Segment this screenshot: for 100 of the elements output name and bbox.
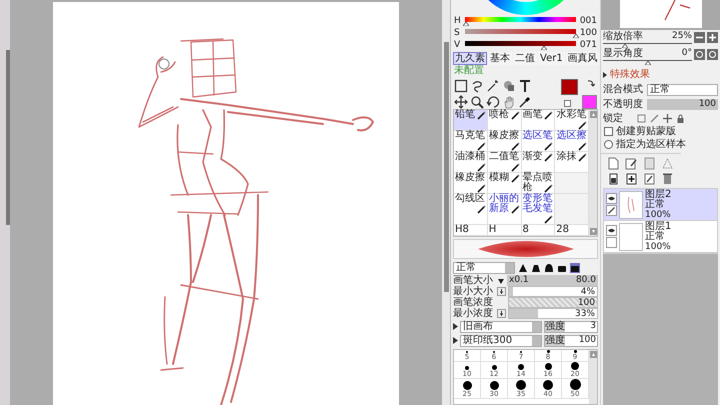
pen-icon[interactable] bbox=[606, 205, 617, 216]
strength-label: 强度 bbox=[545, 322, 565, 332]
brush-tool-slot[interactable]: 橡皮擦 bbox=[454, 173, 488, 194]
eyedropper-icon[interactable] bbox=[518, 94, 532, 108]
brush-tool-slot[interactable]: 8 bbox=[522, 225, 556, 236]
brush-tool-slot[interactable]: 油漆桶 bbox=[454, 152, 488, 173]
scroll-down-arrow-icon[interactable] bbox=[590, 228, 596, 235]
pen-icon bbox=[476, 184, 486, 193]
brush-set-tab[interactable]: Ver1 bbox=[538, 52, 565, 65]
brush-tool-slot[interactable]: 渐变 bbox=[522, 152, 556, 173]
brush-tool-slot[interactable]: H bbox=[488, 225, 522, 236]
brush-tool-slot[interactable]: 画笔 bbox=[522, 110, 556, 131]
brush-set-tab[interactable]: 二值 bbox=[513, 52, 537, 65]
eye-icon[interactable] bbox=[606, 225, 617, 236]
brush-tool-slot[interactable]: 28 bbox=[555, 225, 589, 236]
text-tool-icon[interactable] bbox=[518, 78, 532, 92]
brush-tool-slot[interactable]: 模糊 bbox=[488, 173, 522, 194]
texture-dropdown[interactable]: 旧画布 bbox=[460, 320, 542, 332]
primary-color-swatch[interactable] bbox=[561, 78, 578, 94]
slider-label: H bbox=[454, 16, 462, 26]
scroll-up-arrow-icon[interactable] bbox=[590, 111, 596, 118]
canvas-thumbnail[interactable] bbox=[620, 0, 702, 28]
texture-dropdown[interactable]: 斑印纸300 bbox=[460, 334, 542, 346]
brush-tool-slot[interactable]: 选区笔 bbox=[522, 131, 556, 152]
slider-thumb[interactable] bbox=[463, 22, 470, 26]
lasso-icon[interactable] bbox=[470, 78, 484, 92]
brush-tool-slot[interactable]: 铅笔 bbox=[454, 110, 488, 131]
layer-opacity: 100% bbox=[645, 210, 672, 220]
param-slider[interactable]: 33% bbox=[508, 308, 598, 319]
brush-set-tab[interactable]: 九久素 bbox=[453, 52, 487, 65]
value-text: 100 bbox=[698, 99, 716, 110]
reset-colors-icon[interactable] bbox=[564, 100, 571, 106]
brush-set-tab[interactable]: 画真风 bbox=[566, 52, 600, 65]
layer-row[interactable]: 图层1 正常 100% bbox=[604, 221, 717, 253]
zoom-in-button[interactable] bbox=[707, 32, 718, 43]
move-icon[interactable] bbox=[454, 94, 468, 108]
scrollbar-thumb[interactable] bbox=[444, 42, 448, 292]
eye-icon[interactable] bbox=[606, 193, 617, 204]
brush-tool-slot[interactable]: 橡皮擦 bbox=[488, 131, 522, 152]
brush-tool-slot[interactable]: H8 bbox=[454, 225, 488, 236]
slider-thumb[interactable] bbox=[573, 34, 579, 38]
rotate-icon[interactable] bbox=[486, 94, 500, 108]
effects-label[interactable]: 特殊效果 bbox=[610, 70, 650, 80]
selection-rectangle-icon[interactable] bbox=[454, 78, 468, 92]
brush-tool-slot[interactable]: 勾线区 bbox=[454, 194, 488, 225]
lock-move-icon[interactable] bbox=[663, 114, 672, 123]
new-layer-icon[interactable] bbox=[607, 157, 620, 170]
brush-tool-slot[interactable]: 水彩笔 bbox=[555, 110, 589, 131]
param-slider[interactable]: 100 bbox=[508, 297, 598, 308]
trash-icon[interactable] bbox=[661, 172, 674, 185]
scroll-up-arrow-icon[interactable] bbox=[590, 351, 596, 358]
radio-button[interactable] bbox=[604, 140, 613, 149]
new-layer-set-icon[interactable] bbox=[625, 157, 638, 170]
strength-label: 强度 bbox=[545, 336, 565, 346]
lock-transparency-icon[interactable] bbox=[637, 114, 646, 123]
blend-mode-dropdown[interactable]: 正常 bbox=[453, 262, 515, 274]
pen-icon bbox=[476, 205, 486, 214]
param-slider[interactable]: 4% bbox=[508, 286, 598, 297]
scrollbar-thumb[interactable] bbox=[6, 50, 10, 225]
strength-field[interactable]: 强度 3 bbox=[544, 320, 598, 332]
rotate-left-button[interactable] bbox=[694, 49, 705, 60]
brush-tip-shape-icon[interactable] bbox=[531, 263, 541, 273]
zoom-out-button[interactable] bbox=[694, 32, 705, 43]
caret-icon[interactable] bbox=[497, 276, 505, 284]
brush-tool-slot[interactable]: 喷枪 bbox=[488, 110, 522, 131]
layer-row[interactable]: 图层2 正常 100% bbox=[604, 189, 717, 221]
expand-arrow-icon[interactable] bbox=[603, 72, 607, 78]
brush-tool-slot[interactable]: 涂抹 bbox=[555, 152, 589, 173]
brush-tool-slot[interactable]: 晕点喷枪 bbox=[522, 173, 556, 194]
blend-mode-dropdown[interactable]: 正常 bbox=[647, 84, 718, 96]
brush-tip-shape-icon[interactable] bbox=[544, 263, 554, 273]
pressure-icon[interactable] bbox=[497, 309, 506, 318]
slider-value: 001 bbox=[579, 16, 597, 26]
brush-tip-shape-icon[interactable] bbox=[518, 263, 528, 273]
slider-label: S bbox=[454, 28, 461, 38]
brush-set-tab[interactable]: 基本 bbox=[488, 52, 512, 65]
opacity-slider[interactable]: 100 bbox=[647, 99, 718, 110]
merge-down-icon[interactable] bbox=[625, 172, 638, 185]
brush-size-field[interactable]: x0.1 80.0 bbox=[507, 275, 598, 286]
lock-icon[interactable] bbox=[676, 114, 685, 123]
zoom-icon[interactable] bbox=[470, 94, 484, 108]
clear-layer-icon[interactable] bbox=[643, 172, 656, 185]
param-label: 画笔大小 bbox=[453, 276, 494, 286]
pressure-icon[interactable] bbox=[497, 287, 506, 296]
lock-brush-icon[interactable] bbox=[650, 114, 659, 123]
brush-tip-shape-icon[interactable] bbox=[557, 263, 567, 273]
rotate-right-button[interactable] bbox=[707, 49, 718, 60]
brush-tool-slot[interactable]: 变形笔毛发笔 bbox=[522, 194, 556, 225]
brush-tool-slot[interactable]: 马克笔 bbox=[454, 131, 488, 152]
swap-arrow-icon[interactable] bbox=[587, 78, 595, 86]
shapes-icon[interactable] bbox=[502, 78, 516, 92]
strength-field[interactable]: 强度 100 bbox=[544, 334, 598, 346]
magic-wand-icon[interactable] bbox=[486, 78, 500, 92]
transfer-down-icon[interactable] bbox=[607, 172, 620, 185]
brush-tool-slot[interactable]: 小丽的新原 bbox=[488, 194, 522, 225]
secondary-color-swatch[interactable] bbox=[582, 94, 597, 108]
pen-icon bbox=[476, 111, 486, 120]
brush-tool-slot[interactable]: 选区擦 bbox=[555, 131, 589, 152]
brush-tool-slot[interactable]: 二值笔 bbox=[488, 152, 522, 173]
checkbox[interactable] bbox=[604, 127, 613, 136]
